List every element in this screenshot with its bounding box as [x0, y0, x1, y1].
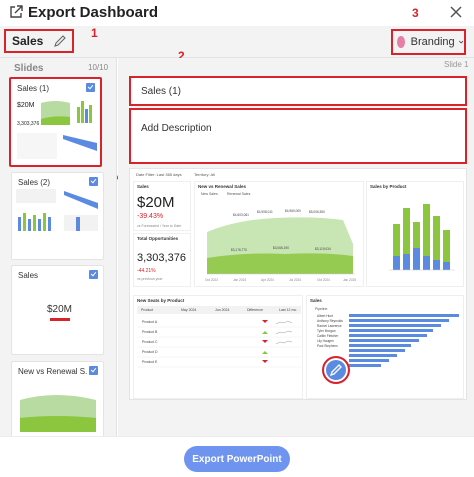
- dashboard-preview: Date Filter: Last 365 days Territory: Al…: [129, 168, 467, 400]
- slide-checkbox[interactable]: [89, 270, 98, 279]
- opportunities-subtext: vs previous year: [137, 277, 163, 281]
- x-tick: Jan 2025: [343, 278, 357, 282]
- new-vs-renewal-card: New vs Renewal Sales New Sales Renewal S…: [194, 181, 364, 287]
- dialog-title: Export Dashboard: [28, 4, 159, 21]
- slide-preview-image: $20M 3,303,376: [15, 95, 99, 163]
- opportunities-kpi-card: Total Opportunities 3,303,376 -44.21% vs…: [133, 233, 191, 287]
- slides-sidebar: Slides 10/10 Sales (1) $20M 3,303,376 Sa…: [0, 58, 117, 436]
- slide-number: Slide 1: [444, 60, 469, 69]
- territory-filter: Territory: All: [194, 172, 215, 177]
- brand-color-swatch: [397, 36, 405, 48]
- slide-thumbnail-3[interactable]: Sales $20M: [11, 265, 104, 355]
- x-tick: Jul 2024: [289, 278, 302, 282]
- dashboard-name: Sales: [12, 34, 44, 48]
- sales-change: -39.43%: [137, 213, 164, 220]
- pencil-icon[interactable]: [53, 34, 67, 48]
- export-powerpoint-button[interactable]: Export PowerPoint: [184, 446, 290, 472]
- top-label: $4,908,011: [257, 210, 273, 214]
- sales-kpi-card: Sales $20M -39.43% vs Forecasted / Year …: [133, 181, 191, 231]
- top-label: $4,603,061: [233, 213, 249, 217]
- slide-label: New vs Renewal S...: [18, 367, 88, 376]
- x-tick: Jan 2024: [233, 278, 247, 282]
- sales-value: $20M: [137, 194, 175, 211]
- table-grid: [137, 320, 301, 368]
- svg-text:$20M: $20M: [17, 102, 35, 109]
- branding-label: Branding: [410, 36, 455, 48]
- svg-text:3,303,376: 3,303,376: [17, 121, 39, 127]
- bottom-label: $3,176,770: [231, 248, 247, 252]
- slide-thumbnail-2[interactable]: Sales (2): [11, 172, 104, 260]
- card-title: Sales: [137, 184, 149, 189]
- slide-label: Sales (1): [17, 84, 50, 93]
- date-filter: Date Filter: Last 365 days: [136, 172, 182, 177]
- sales-by-product-card: Sales by Product: [366, 181, 464, 287]
- dialog-footer: Export PowerPoint: [0, 436, 474, 477]
- dashboard-name-field[interactable]: Sales: [4, 29, 74, 53]
- new-seats-card: New Seats by Product Product May 2024 Ju…: [133, 295, 303, 399]
- slide-checkbox[interactable]: [89, 177, 98, 186]
- sales-people-card: Sales Pipeline Albert Hunt Anthony Reyno…: [306, 295, 464, 399]
- x-tick: Oct 2024: [317, 278, 330, 282]
- close-icon[interactable]: [448, 4, 464, 20]
- x-tick: Apr 2024: [261, 278, 274, 282]
- slide-checkbox[interactable]: [89, 366, 98, 375]
- slides-title: Slides: [14, 63, 44, 74]
- x-tick: Oct 2023: [205, 278, 218, 282]
- top-label: $4,960,000: [285, 209, 301, 213]
- slide-title-input[interactable]: Sales (1): [129, 76, 467, 106]
- branding-dropdown[interactable]: Branding: [391, 29, 466, 55]
- slide-preview-image: [16, 189, 98, 231]
- annotation-3: 3: [412, 6, 419, 20]
- opportunities-change: -44.21%: [137, 268, 156, 274]
- slide-preview-image: [20, 395, 96, 432]
- opportunities-value: 3,303,376: [137, 252, 186, 264]
- slide-thumbnail-4[interactable]: New vs Renewal S...: [11, 361, 104, 436]
- dialog-header: Export Dashboard: [0, 0, 474, 26]
- bar-chart: [389, 204, 455, 271]
- top-label: $5,006,500: [309, 210, 325, 214]
- card-title: Total Opportunities: [137, 236, 179, 241]
- slide-editor: Slide 1 Sales (1) Add Description Date F…: [118, 58, 474, 436]
- slides-count: 10/10: [88, 63, 109, 72]
- export-dashboard-dialog: Export Dashboard Sales Branding 1 2 3 4 …: [0, 0, 474, 477]
- annotation-1: 1: [91, 26, 98, 40]
- horizontal-bar-chart: [349, 314, 459, 367]
- slide-label: Sales (2): [18, 178, 51, 187]
- bottom-label: $3,066,190: [273, 246, 289, 250]
- slide-kpi-change: [50, 318, 70, 321]
- slide-checkbox[interactable]: [86, 83, 95, 92]
- chevron-down-icon: [458, 40, 464, 44]
- slide-kpi-value: $20M: [47, 304, 73, 315]
- bottom-label: $3,119,034: [315, 247, 331, 251]
- dashboard-toolbar: Sales Branding: [0, 26, 474, 58]
- edit-slide-button[interactable]: [322, 356, 350, 384]
- slide-label: Sales: [18, 271, 39, 280]
- export-icon: [10, 5, 23, 18]
- sales-subtext: vs Forecasted / Year to Date: [137, 224, 182, 228]
- slide-description-input[interactable]: Add Description: [129, 108, 467, 164]
- slide-thumbnail-1[interactable]: Sales (1) $20M 3,303,376: [9, 77, 102, 167]
- pencil-icon: [329, 364, 342, 377]
- area-chart: [207, 217, 355, 275]
